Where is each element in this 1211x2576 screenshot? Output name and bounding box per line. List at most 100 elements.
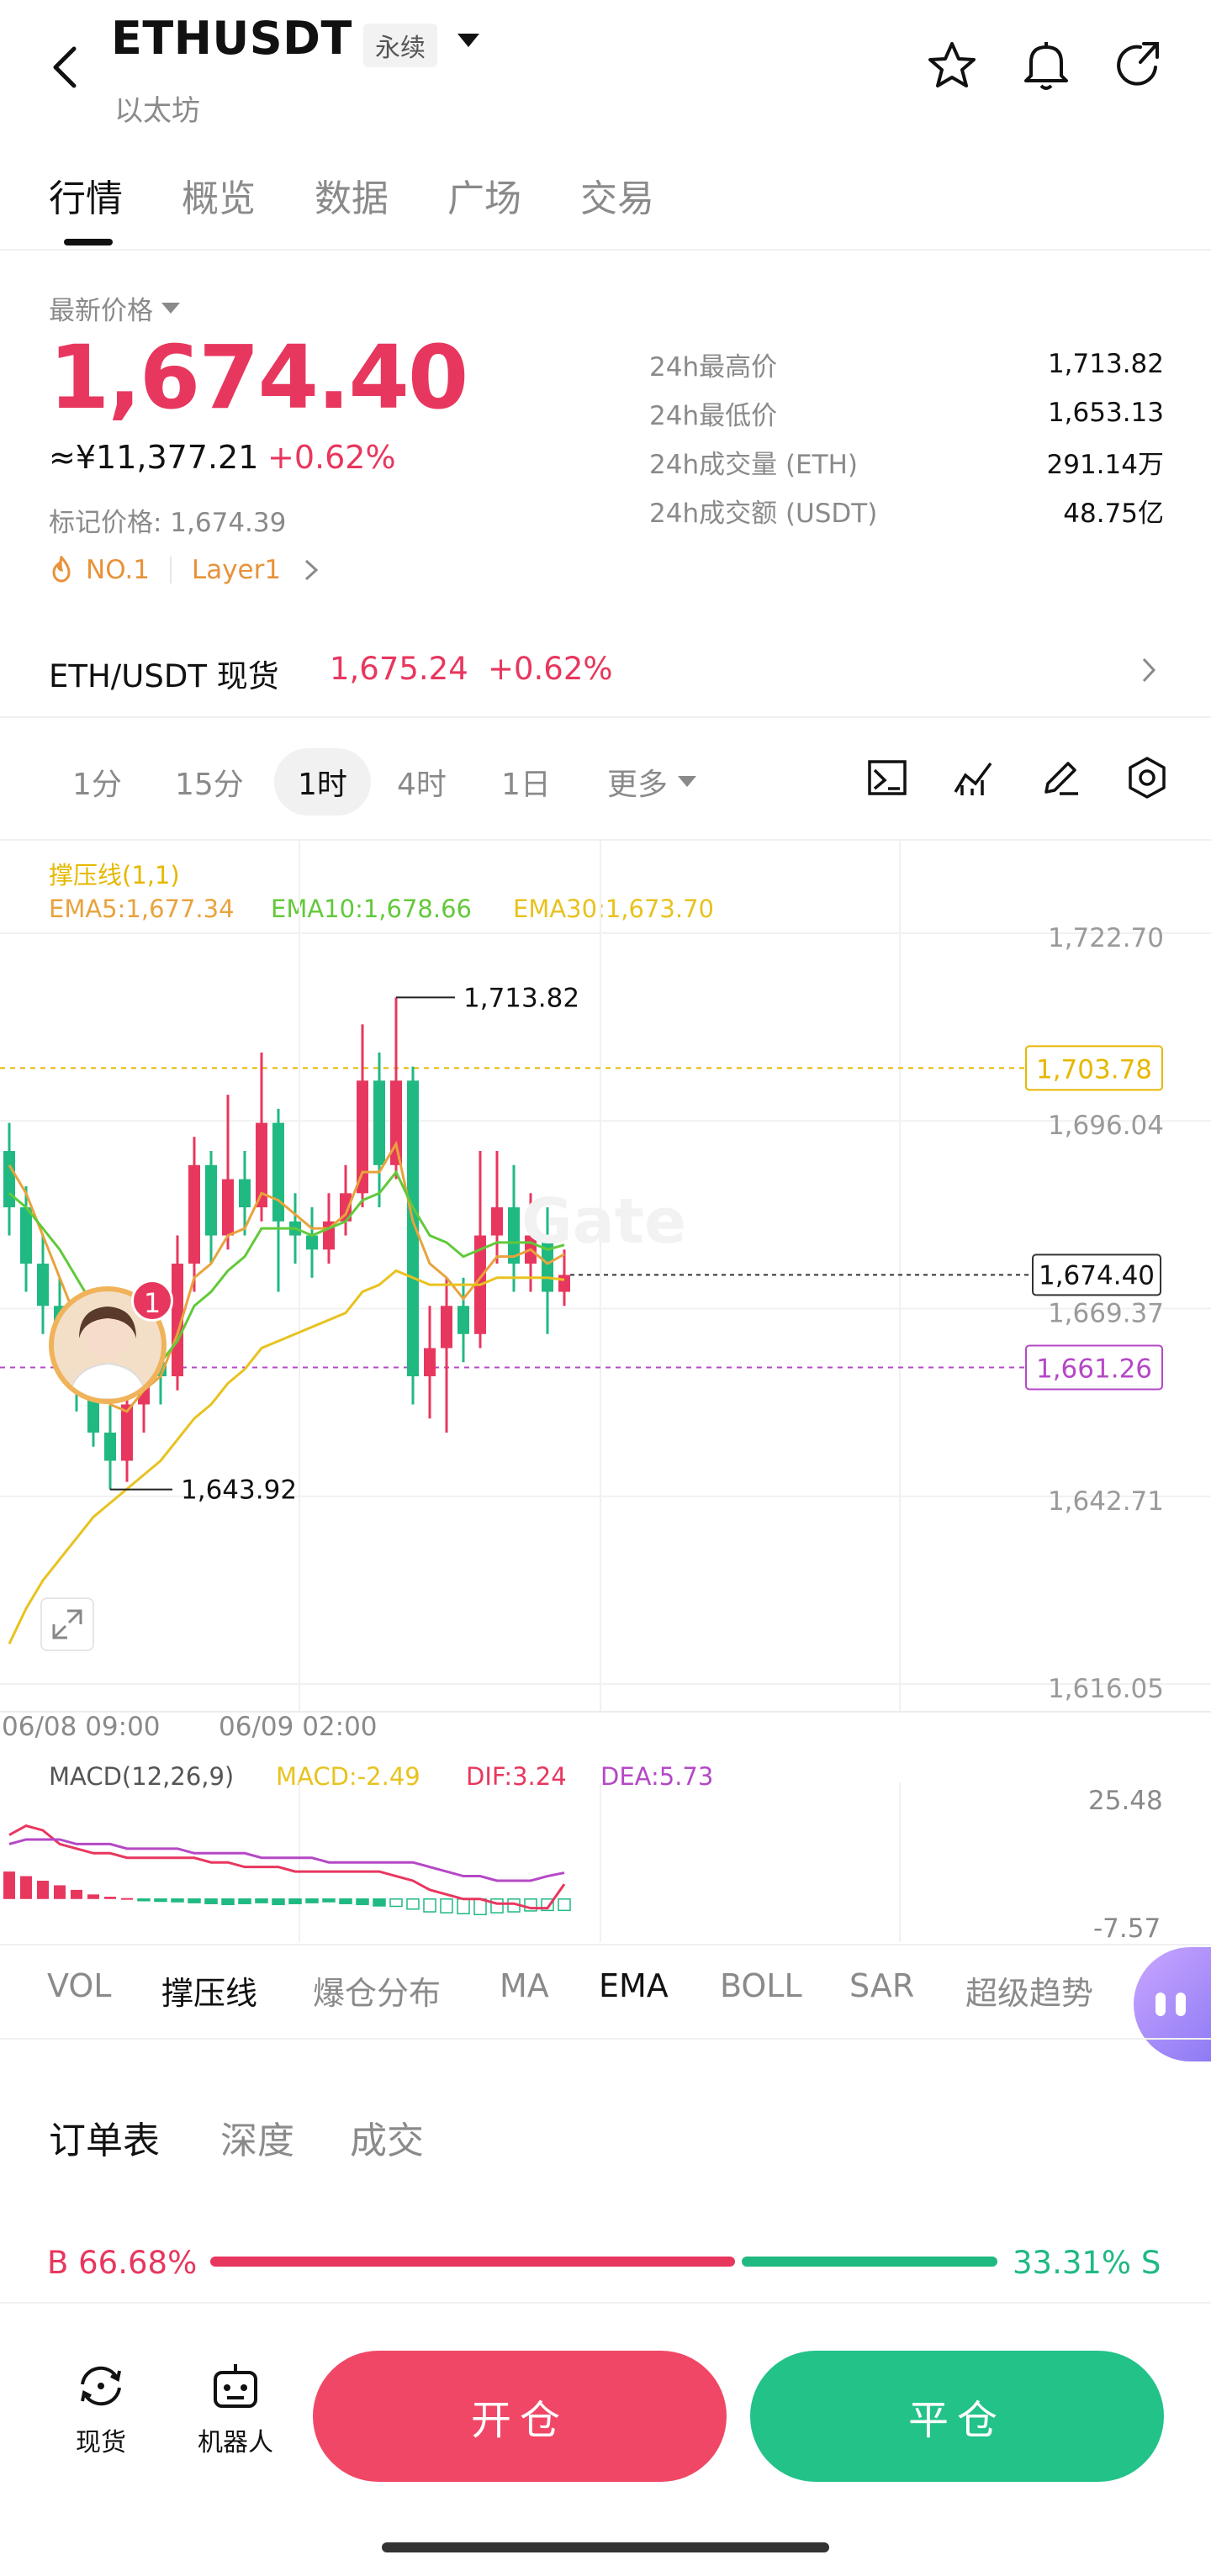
tab-overview[interactable]: 概览 bbox=[182, 168, 256, 222]
interval-15m[interactable]: 15分 bbox=[175, 760, 244, 804]
flame-icon bbox=[52, 556, 71, 583]
interval-more[interactable]: 更多 bbox=[607, 760, 697, 804]
tab-trade[interactable]: 交易 bbox=[580, 168, 654, 222]
candle-body bbox=[441, 1306, 452, 1349]
macd-histogram-bar bbox=[406, 1898, 420, 1910]
tab-market[interactable]: 行情 bbox=[49, 168, 123, 222]
spot-pair: ETH/USDT 现货 bbox=[49, 658, 279, 694]
y-tick-label: 1,642.71 bbox=[1048, 1486, 1164, 1517]
ind-tab-boll[interactable]: BOLL bbox=[720, 1967, 802, 2004]
macd-histogram-bar bbox=[272, 1898, 285, 1906]
ob-tab-orderbook[interactable]: 订单表 bbox=[49, 2110, 160, 2164]
spot-nav-label: 现货 bbox=[76, 2428, 126, 2457]
buy-ratio: B 66.68% bbox=[47, 2245, 198, 2281]
candle-body bbox=[222, 1179, 234, 1236]
resistance-label: 1,703.78 bbox=[1036, 1054, 1152, 1085]
ind-tab-liquidation[interactable]: 爆仓分布 bbox=[313, 1967, 441, 2014]
macd-histogram-bar bbox=[188, 1898, 201, 1903]
macd-histogram-bar bbox=[87, 1894, 99, 1899]
macd-histogram-bar bbox=[558, 1898, 571, 1912]
macd-histogram-bar bbox=[457, 1898, 470, 1914]
y-tick-label: 1,669.37 bbox=[1048, 1299, 1164, 1329]
interval-1m[interactable]: 1分 bbox=[72, 760, 122, 804]
rank-text: NO.1 bbox=[86, 555, 150, 585]
macd-histogram-bar bbox=[71, 1889, 82, 1899]
tab-square[interactable]: 广场 bbox=[447, 168, 521, 222]
indicator-icon[interactable] bbox=[952, 757, 996, 802]
macd-y-tick-1: -7.57 bbox=[1093, 1914, 1161, 1944]
bell-icon[interactable] bbox=[1019, 37, 1073, 96]
candle-body bbox=[3, 1151, 15, 1208]
star-icon[interactable] bbox=[925, 39, 979, 96]
category-text: Layer1 bbox=[191, 555, 282, 585]
stat-low-value: 1,653.13 bbox=[1047, 398, 1164, 428]
candlestick-chart[interactable]: 1,722.70 1,696.04 1,669.37 1,642.71 1,616.05… bbox=[0, 841, 1211, 1732]
chevron-right-icon bbox=[1142, 657, 1156, 683]
symbol-dropdown-icon[interactable] bbox=[457, 34, 479, 52]
macd-chart[interactable] bbox=[0, 1782, 1211, 1942]
spot-change: +0.62% bbox=[488, 651, 613, 687]
main-tabs: 行情 概览 数据 广场 交易 bbox=[49, 168, 713, 222]
x-tick-1: 06/09 02:00 bbox=[219, 1712, 378, 1742]
home-indicator bbox=[382, 2542, 829, 2552]
ind-tab-vol[interactable]: VOL bbox=[47, 1967, 111, 2004]
bot-nav-label: 机器人 bbox=[198, 2428, 273, 2457]
stat-turnover: 24h成交额 (USDT) 48.75亿 bbox=[649, 486, 1164, 535]
spot-nav-button[interactable]: 现货 bbox=[67, 2359, 135, 2458]
macd-y-tick-0: 25.48 bbox=[1088, 1786, 1163, 1816]
stat-volume: 24h成交量 (ETH) 291.14万 bbox=[649, 437, 1164, 486]
interval-1h[interactable]: 1时 bbox=[274, 748, 371, 816]
x-tick-0: 06/08 09:00 bbox=[2, 1712, 161, 1742]
caret-down-icon bbox=[678, 776, 697, 787]
macd-histogram-bar bbox=[423, 1898, 436, 1913]
macd-histogram-bar bbox=[154, 1898, 167, 1903]
contract-tag: 永续 bbox=[363, 24, 437, 67]
price-label[interactable]: 最新价格 bbox=[49, 289, 180, 327]
settings-icon[interactable] bbox=[1125, 755, 1169, 804]
stat-low: 24h最低价 1,653.13 bbox=[649, 388, 1164, 437]
ob-tab-depth[interactable]: 深度 bbox=[220, 2110, 294, 2164]
ind-tab-supertrend[interactable]: 超级趋势 bbox=[965, 1967, 1093, 2014]
tab-data[interactable]: 数据 bbox=[315, 168, 389, 222]
expand-icon[interactable] bbox=[40, 1597, 94, 1651]
open-position-button[interactable]: 开仓 bbox=[313, 2351, 727, 2482]
share-icon[interactable] bbox=[1112, 39, 1166, 96]
ind-tab-ema[interactable]: EMA bbox=[599, 1967, 669, 2004]
chevron-right-icon bbox=[305, 559, 319, 581]
bot-nav-button[interactable]: 机器人 bbox=[185, 2359, 286, 2458]
spot-price: 1,675.24 bbox=[330, 651, 468, 687]
candle-body bbox=[357, 1080, 368, 1194]
macd-histogram-bar bbox=[37, 1880, 49, 1899]
ind-tab-support[interactable]: 撑压线 bbox=[161, 1967, 257, 2014]
draw-icon[interactable] bbox=[1039, 757, 1081, 802]
macd-histogram-bar bbox=[305, 1898, 319, 1903]
ob-tab-trades[interactable]: 成交 bbox=[350, 2110, 424, 2164]
spot-row[interactable]: ETH/USDT 现货 1,675.24 +0.62% bbox=[0, 639, 1211, 706]
stat-low-label: 24h最低价 bbox=[649, 400, 778, 431]
macd-histogram-bar bbox=[20, 1876, 32, 1899]
candle-body bbox=[457, 1306, 469, 1334]
chart-type-icon[interactable] bbox=[866, 757, 908, 802]
ind-tab-ma[interactable]: MA bbox=[500, 1967, 549, 2004]
macd-histogram-bar bbox=[121, 1898, 133, 1900]
symbol-subtitle: 以太坊 bbox=[114, 94, 200, 128]
interval-4h[interactable]: 4时 bbox=[397, 760, 447, 804]
price-cny: ≈¥11,377.21 bbox=[49, 439, 259, 476]
sell-ratio-bar bbox=[742, 2257, 997, 2267]
ind-tab-sar[interactable]: SAR bbox=[849, 1967, 914, 2004]
back-icon[interactable] bbox=[45, 42, 87, 92]
macd-histogram-bar bbox=[373, 1898, 386, 1907]
assistant-bubble-icon[interactable] bbox=[1134, 1947, 1211, 2061]
interval-1d[interactable]: 1日 bbox=[501, 760, 551, 804]
watermark-logo: Gate bbox=[521, 1185, 687, 1258]
macd-histogram-bar bbox=[440, 1898, 453, 1914]
symbol-title[interactable]: ETHUSDT bbox=[111, 12, 352, 65]
support-label: 1,661.26 bbox=[1036, 1354, 1152, 1384]
candle-body bbox=[20, 1207, 32, 1264]
close-position-button[interactable]: 平仓 bbox=[750, 2351, 1164, 2482]
macd-histogram-bar bbox=[104, 1897, 116, 1899]
rank-badge[interactable]: NO.1 Layer1 bbox=[49, 555, 321, 585]
candle-body bbox=[558, 1275, 570, 1292]
interval-more-label: 更多 bbox=[607, 768, 669, 802]
candle-body bbox=[104, 1432, 116, 1461]
